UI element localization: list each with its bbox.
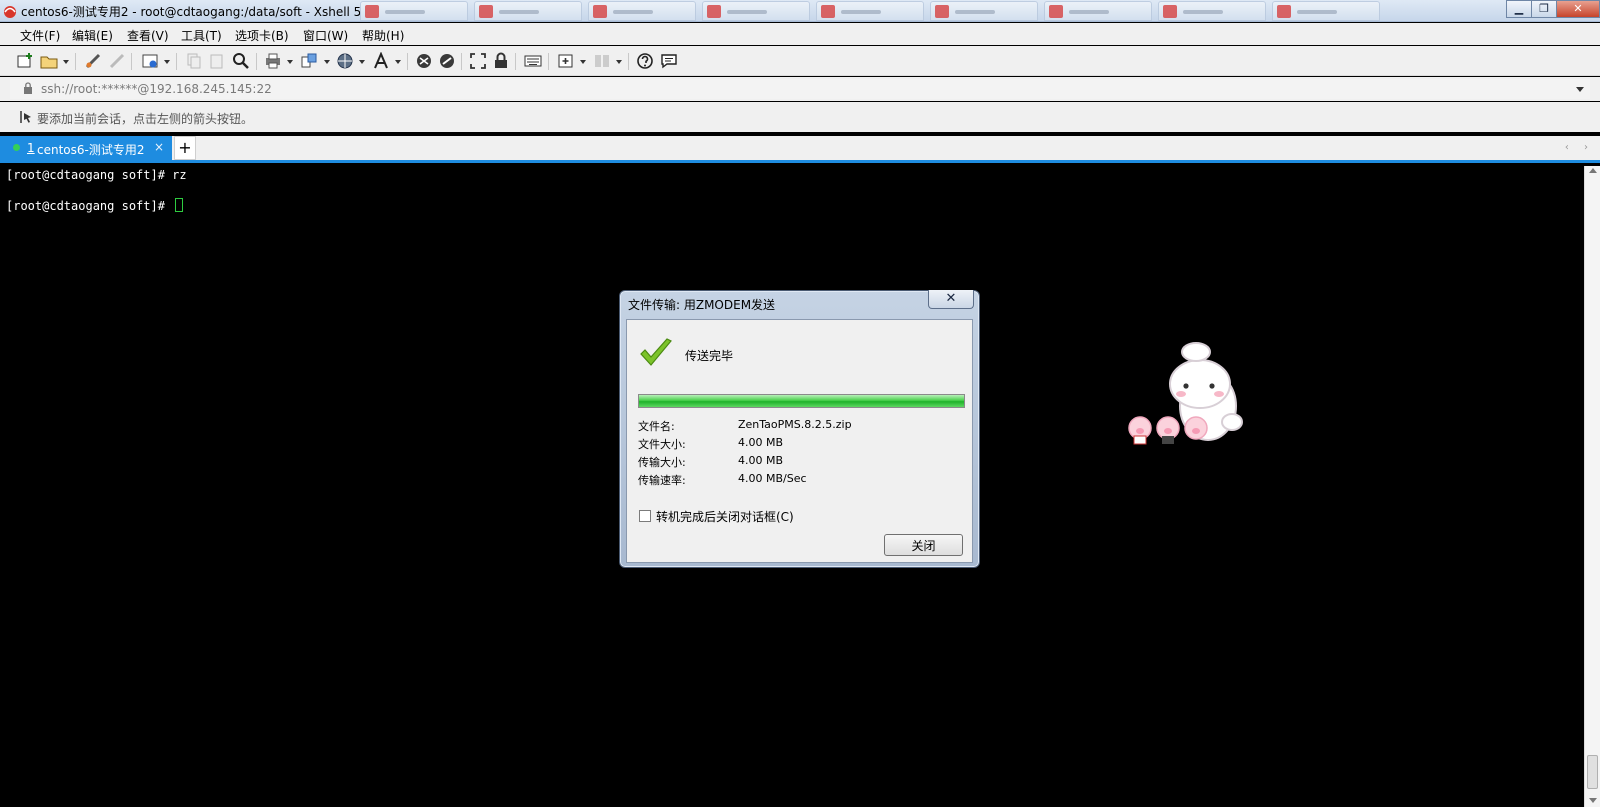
bunny-sticker (1128, 342, 1243, 445)
terminal-prompt: [root@cdtaogang soft]# (6, 199, 173, 213)
background-window-tab[interactable] (588, 1, 696, 21)
scroll-thumb[interactable] (1587, 755, 1598, 789)
title-bar: centos6-测试专用2 - root@cdtaogang:/data/sof… (0, 0, 1600, 22)
tab-number: 1 (27, 141, 35, 155)
progress-fill (639, 395, 964, 407)
transfer-rate-value: 4.00 MB/Sec (738, 472, 807, 485)
address-text: ssh://root:******@192.168.245.145:22 (41, 82, 272, 96)
background-window-tab[interactable] (1272, 1, 1380, 21)
minimize-button[interactable]: ▁ (1506, 0, 1532, 18)
globe-icon[interactable] (336, 52, 354, 70)
xftp-icon[interactable] (415, 52, 433, 70)
tab-label: centos6-测试专用2 (37, 143, 145, 157)
terminal-line: [root@cdtaogang soft]# rz (6, 168, 187, 182)
connected-status-icon (13, 144, 20, 151)
menu-window[interactable]: 窗口(W) (303, 27, 348, 44)
tab-bar: 1 centos6-测试专用2 × + ‹ › (0, 136, 1600, 163)
menu-view[interactable]: 查看(V) (127, 27, 169, 44)
close-on-complete-label[interactable]: 转机完成后关闭对话框(C) (656, 508, 794, 525)
chat-icon[interactable] (660, 52, 678, 70)
properties-icon[interactable] (141, 52, 159, 70)
print-icon[interactable] (264, 52, 282, 70)
transfer-progress-bar (638, 394, 965, 408)
terminal-cursor (175, 198, 184, 212)
window-title: centos6-测试专用2 - root@cdtaogang:/data/sof… (21, 5, 362, 19)
xshell-logo-icon (4, 6, 16, 18)
background-window-tab[interactable] (702, 1, 810, 21)
terminal-scrollbar[interactable] (1584, 166, 1600, 807)
restore-button[interactable]: ❐ (1531, 0, 1557, 18)
transfer-status: 传送完毕 (685, 349, 734, 363)
session-hint-bar: 要添加当前会话，点击左侧的箭头按钮。 (0, 102, 1600, 132)
lock-icon[interactable] (492, 52, 510, 70)
background-window-tab[interactable] (816, 1, 924, 21)
transfer-rate-label: 传输速率: (638, 474, 686, 487)
add-tab-button[interactable]: + (174, 136, 196, 160)
background-windows (360, 1, 1440, 21)
xmanager-icon[interactable] (438, 52, 456, 70)
file-size-label: 文件大小: (638, 438, 686, 451)
close-on-complete-checkbox[interactable] (639, 510, 651, 522)
transferred-size-value: 4.00 MB (738, 454, 784, 467)
paste-icon[interactable] (208, 52, 226, 70)
menu-file[interactable]: 文件(F) (20, 27, 60, 44)
file-name-label: 文件名: (638, 420, 675, 433)
background-window-tab[interactable] (1158, 1, 1266, 21)
menu-tabs[interactable]: 选项卡(B) (235, 27, 289, 44)
tab-close-icon[interactable]: × (154, 140, 164, 154)
font-icon[interactable] (372, 52, 390, 70)
scroll-up-icon[interactable] (1589, 168, 1597, 173)
file-size-value: 4.00 MB (738, 436, 784, 449)
background-window-tab[interactable] (930, 1, 1038, 21)
reconnect-icon[interactable] (84, 52, 102, 70)
terminal-line: [root@cdtaogang soft]# (6, 198, 184, 213)
add-icon[interactable] (557, 52, 575, 70)
menu-edit[interactable]: 编辑(E) (72, 27, 113, 44)
file-name-value: ZenTaoPMS.8.2.5.zip (738, 418, 852, 431)
address-dropdown-icon[interactable] (1576, 87, 1584, 92)
scroll-down-icon[interactable] (1589, 798, 1597, 803)
keyboard-icon[interactable] (524, 52, 542, 70)
copy-icon[interactable] (185, 52, 203, 70)
window-controls: ▁ ❐ ✕ (1506, 0, 1600, 18)
menu-tools[interactable]: 工具(T) (181, 27, 222, 44)
close-button[interactable]: 关闭 (884, 534, 963, 556)
menu-help[interactable]: 帮助(H) (362, 27, 404, 44)
dialog-close-button[interactable]: ✕ (928, 290, 974, 309)
dialog-body: 传送完毕 文件名: ZenTaoPMS.8.2.5.zip 文件大小: 4.00… (626, 319, 973, 563)
address-bar: ssh://root:******@192.168.245.145:22 (0, 77, 1600, 101)
window-close-button[interactable]: ✕ (1556, 0, 1600, 18)
dialog-title: 文件传输: 用ZMODEM发送 (628, 298, 776, 312)
background-window-tab[interactable] (474, 1, 582, 21)
new-session-icon[interactable] (16, 52, 34, 70)
hint-text: 要添加当前会话，点击左侧的箭头按钮。 (37, 112, 254, 126)
transfer-icon[interactable] (300, 52, 318, 70)
check-icon (640, 338, 672, 366)
background-window-tab[interactable] (1044, 1, 1152, 21)
zmodem-transfer-dialog: 文件传输: 用ZMODEM发送 ✕ 传送完毕 文件名: ZenTaoPMS.8.… (619, 290, 980, 568)
address-field[interactable]: ssh://root:******@192.168.245.145:22 (10, 79, 1590, 99)
fullscreen-icon[interactable] (469, 52, 487, 70)
layout-icon[interactable] (593, 52, 611, 70)
find-icon[interactable] (232, 52, 250, 70)
add-session-arrow-icon[interactable] (19, 110, 33, 124)
tab-session-1[interactable]: 1 centos6-测试专用2 × (0, 136, 172, 160)
lock-icon (24, 82, 32, 94)
tab-scroll-arrows[interactable]: ‹ › (1565, 142, 1594, 153)
open-folder-icon[interactable] (40, 52, 58, 70)
toolbar (0, 46, 1600, 76)
help-icon[interactable] (636, 52, 654, 70)
menu-bar: 文件(F) 编辑(E) 查看(V) 工具(T) 选项卡(B) 窗口(W) 帮助(… (0, 23, 1600, 45)
transferred-size-label: 传输大小: (638, 456, 686, 469)
background-window-tab[interactable] (360, 1, 468, 21)
disconnect-icon[interactable] (108, 52, 126, 70)
